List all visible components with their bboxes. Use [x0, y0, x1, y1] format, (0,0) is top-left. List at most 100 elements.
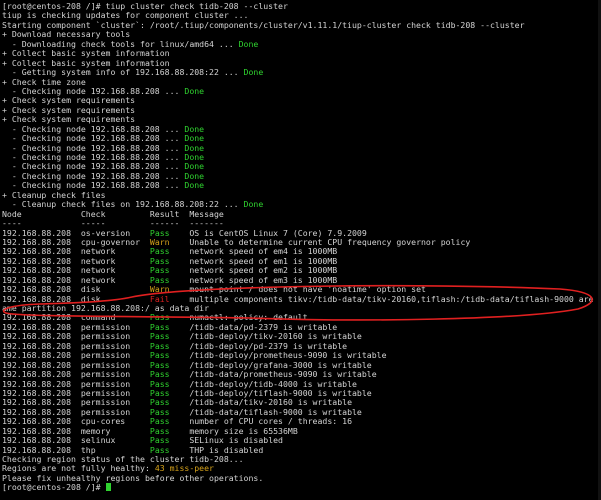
terminal-text: Starting component `cluster`: /root/.tiu…: [2, 20, 525, 30]
status-green-text: Done: [184, 134, 205, 144]
status-green-text: Pass: [149, 360, 170, 370]
terminal-text: 192.168.88.208 cpu-cores: [2, 417, 150, 427]
terminal-line: 192.168.88.208 cpu-governor Warn Unable …: [2, 238, 601, 247]
terminal-line: ---- ----- ------ -------: [2, 219, 601, 228]
terminal-line: - Checking node 192.168.88.208 ... Done: [2, 162, 601, 171]
terminal-text: 192.168.88.208 permission: [2, 332, 150, 342]
terminal-text: 192.168.88.208 permission: [2, 388, 150, 398]
terminal-line: 192.168.88.208 network Pass network spee…: [2, 247, 601, 256]
status-green-text: Pass: [149, 445, 170, 455]
status-green-text: Pass: [149, 379, 170, 389]
terminal-text: - Checking node 192.168.88.208 ...: [2, 162, 185, 172]
terminal-line: ame partition 192.168.88.208:/ as data d…: [2, 304, 601, 313]
terminal-window[interactable]: [root@centos-208 /]# tiup cluster check …: [0, 0, 601, 500]
terminal-text: numactl: policy: default: [169, 313, 308, 323]
terminal-text: - Cleanup check files on 192.168.88.208:…: [2, 200, 244, 210]
terminal-line: 192.168.88.208 network Pass network spee…: [2, 276, 601, 285]
status-green-text: Pass: [149, 256, 170, 266]
terminal-text: Regions are not fully healthy:: [2, 464, 155, 474]
terminal-text: 192.168.88.208 network: [2, 275, 150, 285]
terminal-text: + Check time zone: [2, 77, 86, 87]
terminal-line: 192.168.88.208 memory Pass memory size i…: [2, 427, 601, 436]
terminal-line: - Checking node 192.168.88.208 ... Done: [2, 153, 601, 162]
status-green-text: Done: [184, 171, 205, 181]
status-green-text: Pass: [149, 388, 170, 398]
terminal-line: 192.168.88.208 network Pass network spee…: [2, 257, 601, 266]
terminal-text: + Download necessary tools: [2, 30, 131, 40]
terminal-text: network speed of em2 is 1000MB: [169, 266, 338, 276]
terminal-line: - Downloading check tools for linux/amd6…: [2, 40, 601, 49]
terminal-text: 192.168.88.208 permission: [2, 351, 150, 361]
terminal-line: 192.168.88.208 cpu-cores Pass number of …: [2, 417, 601, 426]
terminal-text: + Collect basic system information: [2, 49, 170, 59]
status-green-text: Pass: [149, 370, 170, 380]
terminal-text: + Check system requirements: [2, 115, 136, 125]
terminal-text: 192.168.88.208 memory: [2, 426, 150, 436]
terminal-text: Checking region status of the cluster ti…: [2, 455, 244, 464]
terminal-line: - Checking node 192.168.88.208 ... Done: [2, 125, 601, 134]
terminal-line: - Getting system info of 192.168.88.208:…: [2, 68, 601, 77]
status-green-text: Pass: [149, 417, 170, 427]
terminal-line: 192.168.88.208 thp Pass THP is disabled: [2, 446, 601, 455]
terminal-line: Regions are not fully healthy: 43 miss-p…: [2, 464, 601, 473]
terminal-line: Node Check Result Message: [2, 210, 601, 219]
terminal-text: 192.168.88.208 permission: [2, 398, 150, 408]
terminal-line: 192.168.88.208 permission Pass /tidb-dep…: [2, 380, 601, 389]
terminal-text: /tidb-deploy/tiflash-9000 is writable: [169, 388, 372, 398]
terminal-text: - Checking node 192.168.88.208 ...: [2, 143, 185, 153]
terminal-text: network speed of em3 is 1000MB: [169, 275, 338, 285]
terminal-text: /tidb-data/pd-2379 is writable: [169, 322, 338, 332]
terminal-text: /tidb-deploy/tikv-20160 is writable: [169, 332, 362, 342]
terminal-text: 192.168.88.208 permission: [2, 370, 150, 380]
terminal-line: 192.168.88.208 permission Pass /tidb-dep…: [2, 342, 601, 351]
terminal-text: 192.168.88.208 cpu-governor: [2, 237, 150, 247]
terminal-line: [root@centos-208 /]# tiup cluster check …: [2, 2, 601, 11]
terminal-line: 192.168.88.208 permission Pass /tidb-dep…: [2, 361, 601, 370]
terminal-text: /tidb-data/tiflash-9000 is writable: [169, 407, 362, 417]
terminal-text: 192.168.88.208 permission: [2, 379, 150, 389]
cursor-block: [105, 483, 111, 492]
terminal-line: 192.168.88.208 permission Pass /tidb-dep…: [2, 389, 601, 398]
terminal-text: 192.168.88.208 thp: [2, 445, 150, 455]
status-green-text: Done: [184, 143, 205, 153]
terminal-text: /tidb-deploy/grafana-3000 is writable: [169, 360, 372, 370]
status-green-text: Done: [184, 124, 205, 134]
terminal-text: Please fix unhealthy regions before othe…: [2, 473, 264, 483]
terminal-line: + Collect basic system information: [2, 59, 601, 68]
terminal-line: - Checking node 192.168.88.208 ... Done: [2, 181, 601, 190]
terminal-line: - Checking node 192.168.88.208 ... Done: [2, 87, 601, 96]
terminal-text: number of CPU cores / threads: 16: [169, 417, 352, 427]
terminal-text: 192.168.88.208 permission: [2, 341, 150, 351]
terminal-line: 192.168.88.208 permission Pass /tidb-dat…: [2, 398, 601, 407]
terminal-text: 192.168.88.208 disk: [2, 285, 150, 295]
terminal-line: - Cleanup check files on 192.168.88.208:…: [2, 200, 601, 209]
status-green-text: Pass: [149, 332, 170, 342]
terminal-text: /tidb-deploy/prometheus-9090 is writable: [169, 351, 387, 361]
terminal-line: 192.168.88.208 permission Pass /tidb-dat…: [2, 323, 601, 332]
terminal-line: Please fix unhealthy regions before othe…: [2, 474, 601, 483]
status-green-text: Done: [184, 86, 205, 96]
terminal-line: 192.168.88.208 selinux Pass SELinux is d…: [2, 436, 601, 445]
terminal-line: 192.168.88.208 disk Fail multiple compon…: [2, 295, 601, 304]
status-green-text: Pass: [149, 436, 170, 446]
terminal-line: Checking region status of the cluster ti…: [2, 455, 601, 464]
terminal-line: + Download necessary tools: [2, 30, 601, 39]
terminal-text: Unable to determine current CPU frequenc…: [169, 237, 471, 247]
terminal-text: - Checking node 192.168.88.208 ...: [2, 124, 185, 134]
status-green-text: Done: [184, 153, 205, 162]
terminal-line: + Check system requirements: [2, 106, 601, 115]
terminal-line: - Checking node 192.168.88.208 ... Done: [2, 144, 601, 153]
terminal-text: 192.168.88.208 permission: [2, 407, 150, 417]
terminal-text: + Check system requirements: [2, 105, 136, 115]
terminal-text: memory size is 65536MB: [169, 426, 298, 436]
status-green-text: Pass: [149, 407, 170, 417]
terminal-text: - Checking node 192.168.88.208 ...: [2, 153, 185, 162]
terminal-line: + Cleanup check files: [2, 191, 601, 200]
status-green-text: Done: [184, 162, 205, 172]
terminal-text: - Checking node 192.168.88.208 ...: [2, 181, 185, 191]
status-yellow-text: Warn: [149, 285, 170, 295]
terminal-line: 192.168.88.208 os-version Pass OS is Cen…: [2, 229, 601, 238]
terminal-output: [root@centos-208 /]# tiup cluster check …: [2, 2, 601, 493]
terminal-text: ame partition 192.168.88.208:/ as data d…: [2, 304, 210, 313]
terminal-line: 192.168.88.208 command Pass numactl: pol…: [2, 313, 601, 322]
